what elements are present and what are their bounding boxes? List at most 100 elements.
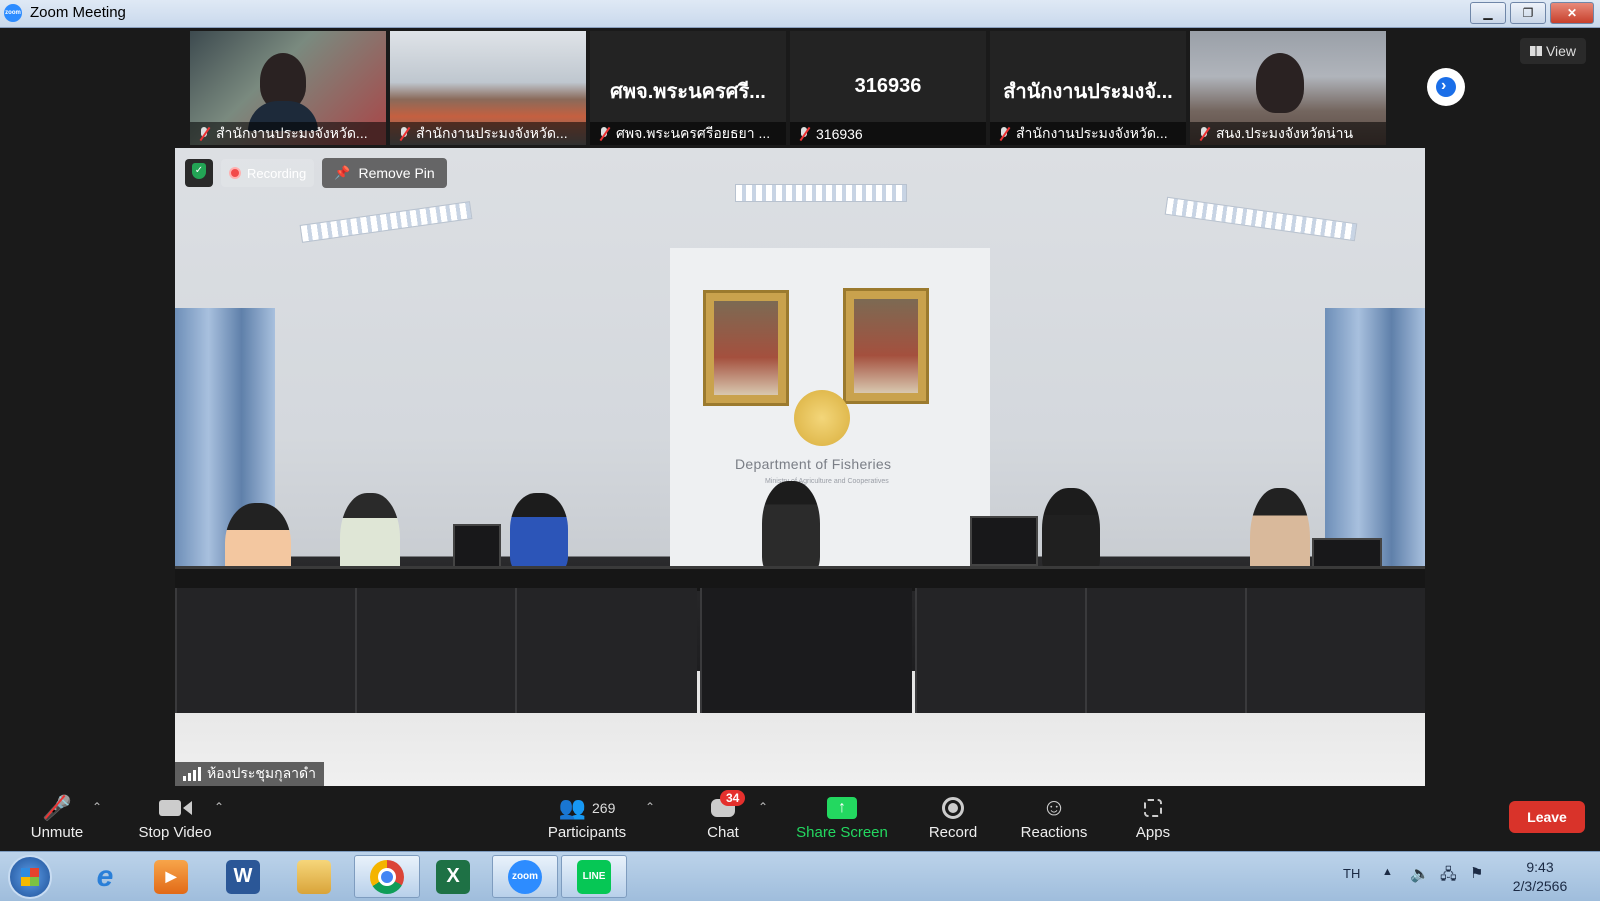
minimize-button[interactable]: ▁ bbox=[1470, 2, 1506, 24]
table-panel bbox=[175, 588, 357, 713]
media-player-icon[interactable]: ▶ bbox=[142, 855, 200, 898]
restore-button[interactable]: ❐ bbox=[1510, 2, 1546, 24]
signal-strength-icon bbox=[183, 767, 201, 781]
record-button[interactable]: Record bbox=[920, 794, 986, 841]
apps-button[interactable]: Apps bbox=[1128, 794, 1178, 841]
word-glyph: W bbox=[226, 859, 260, 894]
participant-caption: ศพจ.พระนครศรีอยธยา ... bbox=[590, 122, 786, 145]
grid-view-icon bbox=[1529, 46, 1542, 56]
room-name: ห้องประชุมกุลาดำ bbox=[207, 765, 316, 781]
network-icon[interactable]: 🖧 bbox=[1440, 864, 1457, 889]
participants-icon: 👥 269 bbox=[558, 795, 616, 820]
participants-options-caret-icon[interactable]: ⌃ bbox=[645, 800, 655, 814]
reactions-button[interactable]: ☺ Reactions bbox=[1016, 794, 1092, 841]
record-label: Record bbox=[928, 824, 978, 841]
line-glyph: LINE bbox=[577, 859, 611, 894]
recording-indicator[interactable]: Recording bbox=[221, 159, 315, 187]
participant-name: ศพจ.พระนครศรีอยธยา ... bbox=[616, 124, 771, 141]
video-options-caret-icon[interactable]: ⌃ bbox=[214, 800, 224, 814]
department-sign: Department of Fisheries bbox=[735, 456, 892, 472]
unmute-button[interactable]: 🎤 Unmute bbox=[24, 794, 90, 841]
desk-monitor bbox=[970, 516, 1038, 566]
zoom-glyph: zoom bbox=[508, 859, 542, 894]
participants-button[interactable]: 👥 269 Participants bbox=[540, 794, 634, 841]
recording-label: Recording bbox=[247, 165, 307, 181]
chat-button[interactable]: 34 Chat bbox=[696, 790, 750, 841]
participant-name: สำนักงานประมงจังหวัด... bbox=[1016, 124, 1168, 141]
internet-explorer-icon[interactable]: e bbox=[76, 855, 134, 898]
participant-caption: สำนักงานประมงจังหวัด... bbox=[390, 122, 586, 145]
participant-name: สำนักงานประมงจังหวัด... bbox=[216, 124, 368, 141]
participant-display-name: สำนักงานประมงจั... bbox=[1003, 81, 1173, 103]
taskbar-clock[interactable]: 9:43 2/3/2566 bbox=[1505, 858, 1575, 896]
view-button[interactable]: View bbox=[1520, 38, 1586, 64]
participant-tile[interactable]: สำนักงานประมงจั... สำนักงานประมงจังหวัด.… bbox=[990, 31, 1186, 145]
table-panel bbox=[355, 588, 517, 713]
ceiling-light bbox=[299, 201, 473, 243]
close-button[interactable]: ✕ bbox=[1550, 2, 1594, 24]
chat-options-caret-icon[interactable]: ⌃ bbox=[758, 800, 768, 814]
audio-options-caret-icon[interactable]: ⌃ bbox=[92, 800, 102, 814]
zoom-logo-icon: zoom bbox=[4, 4, 22, 22]
attendee bbox=[1042, 488, 1100, 578]
chat-bubble-icon: 34 bbox=[696, 790, 750, 822]
participant-tile[interactable]: สนง.ประมงจังหวัดน่าน bbox=[1190, 31, 1386, 145]
muted-mic-icon bbox=[998, 126, 1010, 141]
remove-pin-label: Remove Pin bbox=[358, 165, 435, 181]
portrait-frame bbox=[703, 290, 789, 406]
room-caption: ห้องประชุมกุลาดำ bbox=[175, 762, 324, 786]
record-icon bbox=[920, 794, 986, 822]
chrome-glyph bbox=[370, 859, 404, 894]
windows-taskbar: e ▶ W X zoom LINE TH ▲ 🔈 🖧 ⚑ 9:43 2/3/25… bbox=[0, 851, 1600, 901]
window-controls: ▁ ❐ ✕ bbox=[1470, 2, 1594, 24]
volume-icon[interactable]: 🔈 bbox=[1410, 864, 1430, 884]
participant-display-name: 316936 bbox=[854, 75, 922, 97]
remove-pin-button[interactable]: 📌 Remove Pin bbox=[322, 158, 447, 188]
start-button-icon[interactable] bbox=[8, 855, 52, 899]
share-screen-button[interactable]: ↑ Share Screen bbox=[794, 794, 890, 841]
stop-video-button[interactable]: Stop Video bbox=[134, 794, 216, 841]
participant-name: สนง.ประมงจังหวัดน่าน bbox=[1216, 124, 1354, 141]
chat-unread-badge: 34 bbox=[720, 790, 746, 806]
zoom-taskbar-icon[interactable]: zoom bbox=[492, 855, 558, 898]
ie-glyph: e bbox=[96, 859, 114, 893]
action-center-flag-icon[interactable]: ⚑ bbox=[1470, 864, 1483, 882]
attendee bbox=[762, 481, 820, 576]
meeting-area: สำนักงานประมงจังหวัด... สำนักงานประมงจัง… bbox=[0, 28, 1600, 786]
ceiling-light bbox=[1164, 196, 1358, 242]
word-icon[interactable]: W bbox=[214, 855, 272, 898]
view-label: View bbox=[1545, 43, 1577, 59]
show-hidden-icons-icon[interactable]: ▲ bbox=[1382, 866, 1393, 878]
table-panel bbox=[1245, 588, 1425, 713]
unmute-label: Unmute bbox=[30, 824, 84, 841]
participants-count: 269 bbox=[592, 800, 616, 816]
leave-button[interactable]: Leave bbox=[1509, 801, 1585, 833]
participant-video bbox=[1256, 53, 1304, 113]
clock-time: 9:43 bbox=[1526, 859, 1554, 875]
line-icon[interactable]: LINE bbox=[561, 855, 627, 898]
window-title: Zoom Meeting bbox=[30, 4, 126, 21]
participant-tile[interactable]: สำนักงานประมงจังหวัด... bbox=[390, 31, 586, 145]
muted-mic-icon bbox=[198, 126, 210, 141]
ceiling-light bbox=[735, 184, 907, 202]
participant-name: 316936 bbox=[816, 125, 863, 142]
participant-display-name: ศพจ.พระนครศรี... bbox=[610, 81, 766, 103]
language-indicator[interactable]: TH bbox=[1343, 866, 1360, 881]
participant-tile[interactable]: 316936 316936 bbox=[790, 31, 986, 145]
apps-icon bbox=[1128, 794, 1178, 822]
file-explorer-icon[interactable] bbox=[285, 855, 343, 898]
chrome-icon[interactable] bbox=[354, 855, 420, 898]
apps-label: Apps bbox=[1135, 824, 1171, 841]
muted-mic-icon bbox=[398, 126, 410, 141]
encryption-shield-icon[interactable] bbox=[185, 159, 213, 187]
thumbnail-strip: สำนักงานประมงจังหวัด... สำนักงานประมงจัง… bbox=[190, 31, 1386, 145]
next-page-button[interactable]: › bbox=[1427, 68, 1465, 106]
stop-video-label: Stop Video bbox=[138, 824, 212, 841]
participant-tile[interactable]: สำนักงานประมงจังหวัด... bbox=[190, 31, 386, 145]
table-panel bbox=[915, 588, 1087, 713]
emblem-logo bbox=[794, 390, 850, 446]
pinned-video: Department of Fisheries Ministry of Agri… bbox=[175, 148, 1425, 786]
folder-glyph bbox=[297, 859, 331, 894]
excel-icon[interactable]: X bbox=[424, 855, 482, 898]
participant-tile[interactable]: ศพจ.พระนครศรี... ศพจ.พระนครศรีอยธยา ... bbox=[590, 31, 786, 145]
